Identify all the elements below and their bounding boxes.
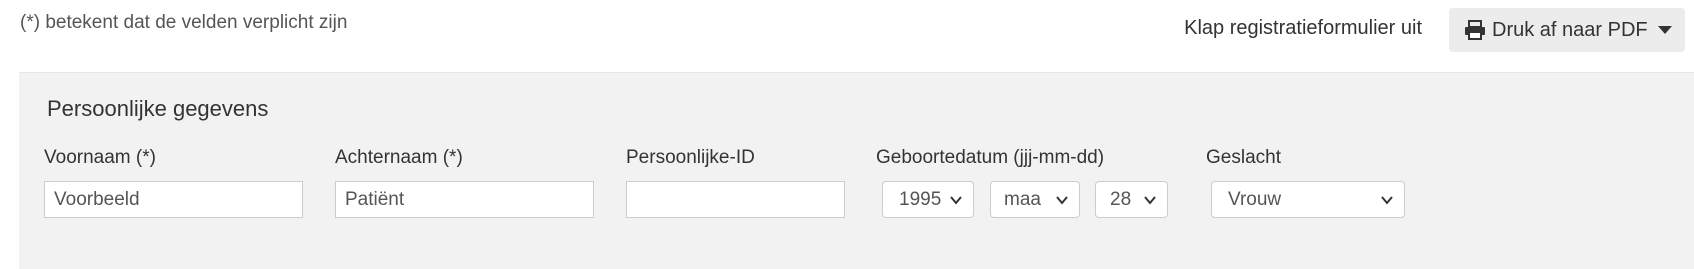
- print-pdf-button[interactable]: Druk af naar PDF: [1449, 8, 1685, 52]
- gender-value: Vrouw: [1228, 188, 1282, 210]
- birthdate-label: Geboortedatum (jjj-mm-dd): [876, 147, 1105, 168]
- birth-month-select[interactable]: maa: [990, 181, 1080, 218]
- chevron-down-icon: [1381, 196, 1393, 205]
- top-bar: (*) betekent dat de velden verplicht zij…: [0, 0, 1694, 72]
- last-name-input[interactable]: [335, 181, 594, 218]
- first-name-input[interactable]: [44, 181, 303, 218]
- birth-month-value: maa: [1004, 188, 1041, 210]
- personal-id-input[interactable]: [626, 181, 845, 218]
- collapse-form-link[interactable]: Klap registratieformulier uit: [1184, 17, 1422, 40]
- personal-id-label: Persoonlijke-ID: [626, 147, 755, 168]
- printer-icon: [1465, 20, 1485, 40]
- gender-select[interactable]: Vrouw: [1211, 181, 1405, 218]
- print-pdf-label: Druk af naar PDF: [1492, 18, 1648, 41]
- chevron-down-icon: [950, 196, 962, 205]
- birth-day-value: 28: [1110, 188, 1132, 210]
- birth-year-value: 1995: [899, 188, 942, 210]
- gender-label: Geslacht: [1206, 147, 1281, 168]
- registration-form-panel: Persoonlijke gegevens Voornaam (*) Achte…: [19, 72, 1694, 269]
- birth-day-select[interactable]: 28: [1095, 181, 1168, 218]
- required-fields-note: (*) betekent dat de velden verplicht zij…: [20, 12, 348, 33]
- birth-year-select[interactable]: 1995: [882, 181, 974, 218]
- last-name-label: Achternaam (*): [335, 147, 463, 168]
- section-title: Persoonlijke gegevens: [47, 96, 269, 121]
- first-name-label: Voornaam (*): [44, 147, 156, 168]
- chevron-down-icon: [1056, 196, 1068, 205]
- chevron-down-icon: [1144, 196, 1156, 205]
- caret-down-icon: [1657, 26, 1672, 34]
